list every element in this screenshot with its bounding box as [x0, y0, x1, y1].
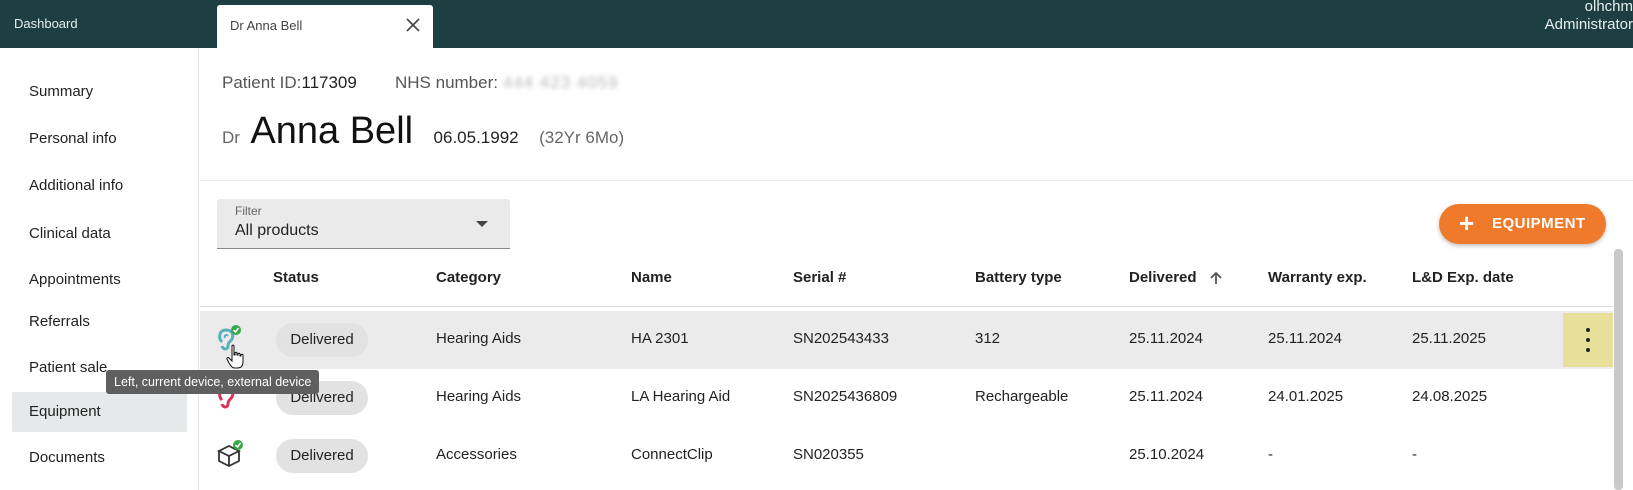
sidebar-item-appointments[interactable]: Appointments [12, 260, 187, 300]
column-header-battery[interactable]: Battery type [975, 269, 1062, 286]
sidebar-item-personal-info[interactable]: Personal info [12, 119, 187, 159]
patient-id-label: Patient ID: [222, 73, 302, 92]
plus-icon: + [1459, 208, 1475, 238]
patient-dob: 06.05.1992 [433, 128, 519, 147]
status-badge: Delivered [276, 323, 368, 357]
divider [200, 180, 1633, 181]
cell-serial: SN202543433 [793, 330, 889, 347]
filter-value: All products [235, 222, 319, 239]
sidebar-item-additional-info[interactable]: Additional info [12, 166, 187, 206]
add-equipment-label: EQUIPMENT [1492, 215, 1586, 232]
cell-delivered: 25.10.2024 [1129, 446, 1205, 463]
user-role: Administrator [1544, 16, 1633, 33]
sidebar-item-equipment[interactable]: Equipment [12, 392, 187, 432]
cell-battery: 312 [975, 330, 1001, 347]
cell-delivered: 25.11.2024 [1129, 330, 1203, 347]
sidebar-item-clinical-data[interactable]: Clinical data [12, 214, 187, 254]
cell-warranty: - [1268, 446, 1273, 463]
filter-label: Filter [235, 204, 262, 218]
column-header-category[interactable]: Category [436, 269, 501, 286]
table-row[interactable]: Delivered Accessories ConnectClip SN0203… [200, 427, 1613, 485]
cell-name: LA Hearing Aid [631, 388, 731, 405]
cell-ld-exp: 24.08.2025 [1412, 388, 1488, 405]
more-options-icon[interactable] [1563, 313, 1613, 367]
sidebar-item-referrals[interactable]: Referrals [12, 302, 187, 342]
cell-category: Accessories [436, 446, 517, 463]
patient-name-row: Dr Anna Bell 06.05.1992 (32Yr 6Mo) [222, 110, 624, 160]
nhs-number: NHS number: 444 423 4059 [395, 73, 619, 93]
tab-label: Dr Anna Bell [230, 18, 303, 33]
cell-ld-exp: 25.11.2025 [1412, 330, 1486, 347]
dashboard-link[interactable]: Dashboard [14, 16, 78, 31]
column-header-name[interactable]: Name [631, 269, 672, 286]
sidebar-item-summary[interactable]: Summary [12, 72, 187, 112]
box-icon[interactable] [214, 440, 244, 470]
nhs-value: 444 423 4059 [502, 73, 619, 92]
patient-age: (32Yr 6Mo) [539, 128, 625, 147]
cell-serial: SN2025436809 [793, 388, 898, 405]
sidebar: Summary Personal info Additional info Cl… [0, 48, 199, 490]
hand-cursor-icon [226, 344, 244, 369]
cell-name: ConnectClip [631, 446, 713, 463]
patient-name: Anna Bell [250, 110, 414, 152]
top-bar: Dashboard Dr Anna Bell olhchm Administra… [0, 0, 1633, 48]
user-name: olhchm [1584, 0, 1633, 15]
close-icon[interactable] [403, 15, 423, 35]
patient-id: Patient ID:117309 [222, 73, 357, 93]
cell-warranty: 24.01.2025 [1268, 388, 1344, 405]
patient-title: Dr [222, 128, 240, 147]
patient-id-value: 117309 [301, 73, 357, 92]
column-header-warranty[interactable]: Warranty exp. [1268, 269, 1367, 286]
column-header-ld-exp[interactable]: L&D Exp. date [1412, 269, 1514, 286]
divider [200, 306, 1613, 307]
user-menu[interactable]: olhchm Administrator [1433, 0, 1633, 34]
sidebar-item-documents[interactable]: Documents [12, 438, 187, 478]
cell-delivered: 25.11.2024 [1129, 388, 1203, 405]
cell-warranty: 25.11.2024 [1268, 330, 1342, 347]
column-header-status[interactable]: Status [273, 269, 319, 286]
arrow-up-icon[interactable] [1208, 270, 1224, 286]
chevron-down-icon [476, 221, 488, 227]
table-row[interactable]: Delivered Hearing Aids HA 2301 SN2025434… [200, 311, 1613, 369]
cell-category: Hearing Aids [436, 330, 522, 347]
nhs-label: NHS number: [395, 73, 498, 92]
tab-patient[interactable]: Dr Anna Bell [217, 5, 433, 48]
cell-serial: SN020355 [793, 446, 864, 463]
column-header-delivered[interactable]: Delivered [1129, 269, 1197, 286]
cell-name: HA 2301 [631, 330, 689, 347]
scrollbar[interactable] [1614, 249, 1623, 490]
cell-ld-exp: - [1412, 446, 1417, 463]
add-equipment-button[interactable]: + EQUIPMENT [1439, 204, 1606, 244]
product-filter-select[interactable]: Filter All products [217, 199, 510, 249]
column-header-serial[interactable]: Serial # [793, 269, 846, 286]
table-row[interactable]: Delivered Hearing Aids LA Hearing Aid SN… [200, 369, 1613, 427]
cell-battery: Rechargeable [975, 388, 1069, 405]
device-tooltip: Left, current device, external device [106, 370, 320, 394]
cell-category: Hearing Aids [436, 388, 522, 405]
status-badge: Delivered [276, 439, 368, 473]
